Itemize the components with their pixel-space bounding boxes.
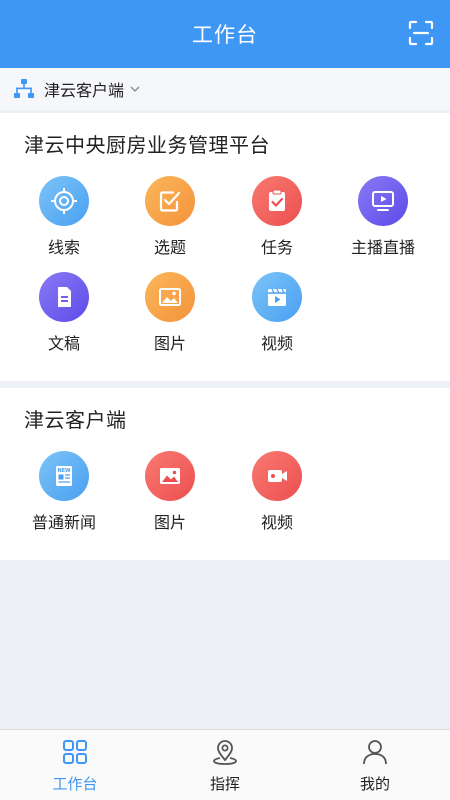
grid-item-client-video[interactable]: 视频 xyxy=(227,451,327,537)
scan-button[interactable] xyxy=(404,16,438,50)
video-camera-icon xyxy=(252,451,302,501)
grid-item-client-image[interactable]: 图片 xyxy=(120,451,220,537)
grid-item-label: 任务 xyxy=(260,238,293,257)
grid-icon xyxy=(63,740,87,764)
bottom-tab-bar: 工作台 指挥 我的 xyxy=(0,729,450,800)
platform-section: 津云中央厨房业务管理平台 线索 选题 任务 主播直播 文稿 图片 视频 xyxy=(0,113,450,381)
location-pin-icon xyxy=(213,740,237,765)
grid-item-live[interactable]: 主播直播 xyxy=(333,176,433,262)
grid-item-manuscript[interactable]: 文稿 xyxy=(14,272,114,358)
image-icon xyxy=(145,451,195,501)
grid-item-news[interactable]: NEW 普通新闻 xyxy=(14,451,114,537)
tab-command[interactable]: 指挥 xyxy=(150,730,300,800)
tab-mine[interactable]: 我的 xyxy=(300,730,450,800)
image-icon xyxy=(145,272,195,322)
grid-item-label: 选题 xyxy=(153,238,186,257)
tab-label: 指挥 xyxy=(209,775,240,793)
user-icon xyxy=(363,740,387,765)
grid-item-clue[interactable]: 线索 xyxy=(14,176,114,262)
section-title: 津云中央厨房业务管理平台 xyxy=(24,133,270,157)
page-title: 工作台 xyxy=(192,23,258,47)
grid-item-video[interactable]: 视频 xyxy=(227,272,327,358)
tab-label: 我的 xyxy=(359,775,390,793)
client-section: 津云客户端 NEW 普通新闻 图片 视频 xyxy=(0,388,450,560)
grid-item-task[interactable]: 任务 xyxy=(227,176,327,262)
checkbox-icon xyxy=(145,176,195,226)
grid-item-label: 视频 xyxy=(260,513,293,532)
video-icon xyxy=(252,272,302,322)
grid-item-label: 主播直播 xyxy=(350,238,415,257)
clipboard-icon xyxy=(252,176,302,226)
org-selector[interactable]: 津云客户端 xyxy=(0,68,450,110)
scan-icon xyxy=(408,20,434,46)
grid-item-label: 视频 xyxy=(260,334,293,353)
tab-workbench[interactable]: 工作台 xyxy=(0,730,150,800)
clue-icon xyxy=(39,176,89,226)
grid-item-label: 文稿 xyxy=(47,334,80,353)
svg-text:NEW: NEW xyxy=(57,468,71,474)
grid-item-image[interactable]: 图片 xyxy=(120,272,220,358)
live-video-icon xyxy=(358,176,408,226)
section-title: 津云客户端 xyxy=(24,408,127,432)
grid-item-label: 图片 xyxy=(153,334,186,353)
org-name: 津云客户端 xyxy=(44,81,125,100)
grid-item-label: 图片 xyxy=(153,513,186,532)
grid-item-label: 线索 xyxy=(47,238,80,257)
grid-item-label: 普通新闻 xyxy=(31,513,96,532)
news-icon: NEW xyxy=(39,451,89,501)
grid-item-topic[interactable]: 选题 xyxy=(120,176,220,262)
chevron-down-icon xyxy=(130,86,140,92)
org-tree-icon xyxy=(14,79,34,98)
document-icon xyxy=(39,272,89,322)
top-bar: 工作台 xyxy=(0,0,450,68)
tab-label: 工作台 xyxy=(52,775,98,793)
